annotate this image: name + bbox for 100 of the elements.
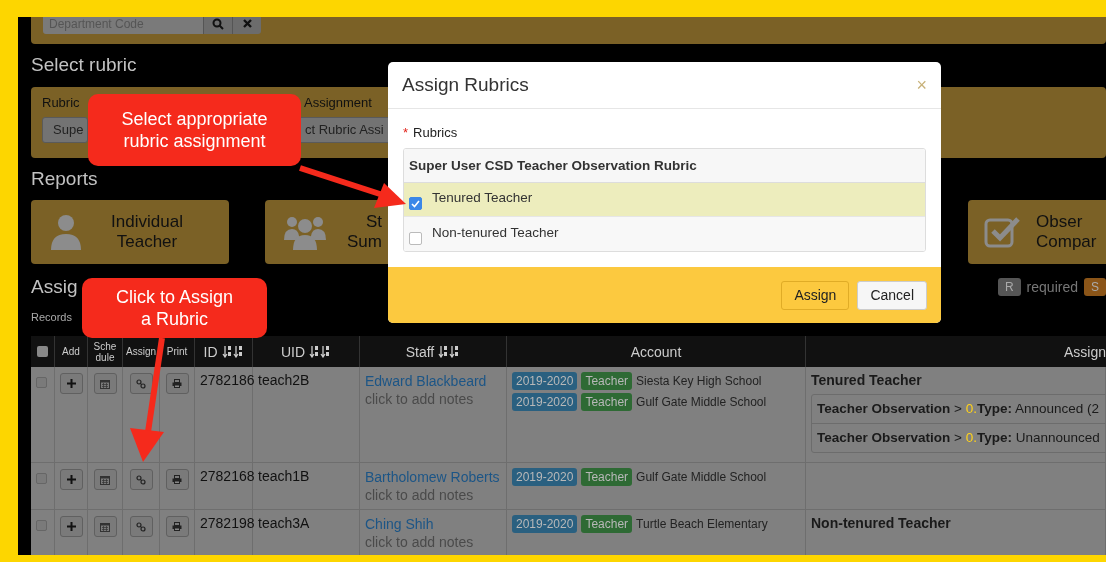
assign-button[interactable] <box>129 469 153 490</box>
printer-icon <box>172 475 182 484</box>
assignment-title: Non-tenured Teacher <box>811 515 951 531</box>
row-checkbox[interactable] <box>36 377 47 388</box>
role-badge: Teacher <box>581 468 633 486</box>
report-card[interactable]: Individual Teacher <box>31 200 229 264</box>
card-title: St <box>365 212 382 232</box>
school-name: Turtle Beach Elementary <box>636 517 768 531</box>
card-title: Compar <box>1036 232 1097 252</box>
school-name: Gulf Gate Middle School <box>636 470 767 484</box>
schedule-button[interactable] <box>93 516 117 537</box>
rubric-select[interactable]: Supe <box>42 117 88 143</box>
column-header: Account <box>630 343 682 360</box>
select-all-checkbox[interactable] <box>37 346 48 357</box>
table-cell: 2782186 <box>200 372 255 388</box>
table-cell: teach2B <box>258 372 310 388</box>
column-header: Add <box>62 346 80 357</box>
required-mark: * <box>403 125 409 140</box>
rubric-name: Super User CSD Teacher Observation Rubric <box>409 158 697 173</box>
table-cell: 2782198 <box>200 515 255 531</box>
section-heading: Select rubric <box>31 54 137 76</box>
add-button[interactable] <box>59 373 83 394</box>
card-title: Individual <box>111 212 183 232</box>
print-button[interactable] <box>165 516 189 537</box>
print-button[interactable] <box>165 469 189 490</box>
section-heading: Reports <box>31 168 98 190</box>
sort-icon[interactable] <box>221 345 244 358</box>
field-label: Rubric <box>42 95 81 111</box>
report-card[interactable]: Obser Compar <box>968 200 1106 264</box>
table-cell: teach1B <box>258 468 310 484</box>
card-title: Sum <box>347 232 382 252</box>
close-button[interactable]: × <box>916 74 927 96</box>
legend-label: required <box>1026 279 1078 295</box>
assign-button[interactable]: Assign <box>781 280 850 310</box>
role-badge: Teacher <box>581 372 633 390</box>
clear-button[interactable] <box>232 17 261 34</box>
column-header: Assign <box>126 346 156 357</box>
calendar-icon <box>100 378 110 389</box>
link-icon <box>136 378 146 389</box>
assign-button[interactable] <box>129 516 153 537</box>
dialog-title: Assign Rubrics <box>402 74 529 96</box>
plus-icon <box>66 522 76 531</box>
section-heading: Assig <box>31 276 78 298</box>
checkbox-icon <box>984 215 1022 249</box>
year-badge: 2019-2020 <box>512 372 578 390</box>
legend-badge: S <box>1084 278 1106 296</box>
rubric-option[interactable]: Non-tenured Teacher <box>404 217 925 251</box>
table-cell: teach3A <box>258 515 310 531</box>
school-name: Gulf Gate Middle School <box>636 395 767 409</box>
close-icon <box>242 19 252 28</box>
add-button[interactable] <box>59 469 83 490</box>
staff-link[interactable]: Edward Blackbeard <box>365 372 487 390</box>
column-header[interactable]: Staff <box>405 343 435 360</box>
assignment-item: Teacher Observation > 0.Type: Unannounced <box>816 429 1101 447</box>
checkbox[interactable] <box>409 231 422 245</box>
column-header: Assign <box>1063 343 1106 360</box>
schedule-button[interactable] <box>93 469 117 490</box>
assignment-item: Teacher Observation > 0.Type: Announced (2 <box>812 395 1106 424</box>
row-checkbox[interactable] <box>36 520 47 531</box>
column-header[interactable]: UID <box>280 343 306 360</box>
column-header: Print <box>166 346 188 357</box>
link-icon <box>136 474 146 485</box>
group-icon <box>283 214 327 250</box>
column-header[interactable]: ID <box>203 343 218 360</box>
printer-icon <box>172 522 182 531</box>
row-checkbox[interactable] <box>36 473 47 484</box>
staff-link[interactable]: Bartholomew Roberts <box>365 468 500 486</box>
person-icon <box>49 214 83 250</box>
schedule-button[interactable] <box>93 373 117 394</box>
checkbox[interactable] <box>409 197 422 210</box>
column-header: Schedule <box>93 340 117 363</box>
callout: Click to Assign a Rubric <box>82 278 267 338</box>
print-button[interactable] <box>165 373 189 394</box>
calendar-icon <box>100 474 110 485</box>
field-label: Assignment <box>303 95 373 111</box>
role-badge: Teacher <box>581 515 633 533</box>
assign-button[interactable] <box>129 373 153 394</box>
sort-icon[interactable] <box>438 345 461 358</box>
year-badge: 2019-2020 <box>512 468 578 486</box>
sort-icon[interactable] <box>309 345 332 358</box>
link-icon <box>136 521 146 532</box>
rubric-option[interactable]: Tenured Teacher <box>404 183 925 217</box>
plus-icon <box>66 475 76 484</box>
school-name: Siesta Key High School <box>636 374 762 388</box>
add-button[interactable] <box>59 516 83 537</box>
staff-link[interactable]: Ching Shih <box>365 515 434 533</box>
calendar-icon <box>100 521 110 532</box>
callout: Select appropriate rubric assignment <box>88 94 301 166</box>
search-button[interactable] <box>203 17 232 34</box>
card-title: Obser <box>1036 212 1083 232</box>
role-badge: Teacher <box>581 393 633 411</box>
checkmark-icon <box>411 199 420 208</box>
year-badge: 2019-2020 <box>512 393 578 411</box>
field-label: Rubrics <box>413 125 458 140</box>
cancel-button[interactable]: Cancel <box>857 280 927 310</box>
assignment-title: Tenured Teacher <box>811 372 922 388</box>
table-cell: 2782168 <box>200 468 255 484</box>
plus-icon <box>66 379 76 388</box>
records-label: Records <box>31 310 72 324</box>
legend-badge: R <box>997 278 1021 296</box>
